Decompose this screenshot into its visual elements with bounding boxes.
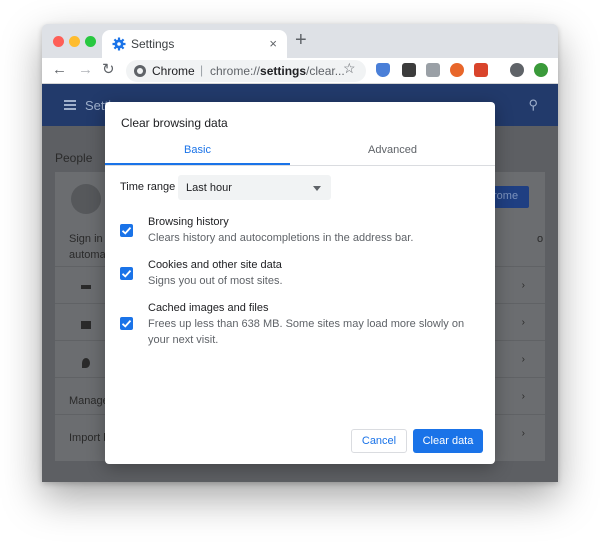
cached-images-title: Cached images and files — [148, 302, 269, 314]
close-window-button[interactable] — [53, 36, 64, 47]
maximize-window-button[interactable] — [85, 36, 96, 47]
people-section-title: People — [55, 151, 93, 165]
chevron-right-icon[interactable]: › — [522, 280, 525, 291]
address-url: chrome://settings/clear... — [210, 64, 345, 78]
dialog-title: Clear browsing data — [121, 116, 228, 130]
shield-extension-icon[interactable] — [376, 63, 390, 77]
forward-icon[interactable]: → — [78, 61, 93, 79]
browser-toolbar: ← → ↻ Chrome | chrome://settings/clear..… — [42, 58, 558, 84]
tab-basic[interactable]: Basic — [105, 141, 290, 165]
cookies-checkbox[interactable] — [120, 267, 133, 280]
m-extension-icon[interactable] — [402, 63, 416, 77]
back-icon[interactable]: ← — [52, 61, 67, 79]
tab-settings[interactable]: Settings × — [102, 30, 287, 58]
chevron-right-icon[interactable]: › — [522, 428, 525, 439]
profile-icon[interactable] — [510, 63, 524, 77]
clear-browsing-data-dialog: Clear browsing data Basic Advanced Time … — [105, 102, 495, 464]
settings-gear-icon — [112, 37, 126, 51]
minimize-window-button[interactable] — [69, 36, 80, 47]
checkmark-icon — [121, 269, 132, 278]
import-row-label[interactable]: Import b — [69, 432, 109, 444]
cached-images-description: Frees up less than 638 MB. Some sites ma… — [148, 318, 465, 346]
checkmark-icon — [121, 226, 132, 235]
sign-in-text-2: automa — [69, 249, 106, 261]
bracket-extension-icon[interactable] — [474, 63, 488, 77]
key-icon — [81, 285, 91, 289]
chevron-right-icon[interactable]: › — [522, 317, 525, 328]
address-bar[interactable]: Chrome | chrome://settings/clear... — [126, 60, 366, 82]
side-text: o — [537, 233, 544, 245]
browsing-history-title: Browsing history — [148, 216, 229, 228]
tab-advanced[interactable]: Advanced — [300, 141, 485, 165]
bookmark-star-icon[interactable]: ☆ — [343, 60, 356, 77]
menu-icon[interactable] — [64, 100, 76, 110]
sign-in-text: Sign in t — [69, 233, 109, 245]
time-range-label: Time range — [120, 181, 176, 193]
site-label: Chrome — [152, 64, 195, 78]
search-icon[interactable]: ⚲ — [528, 97, 538, 113]
url-bold: settings — [260, 64, 307, 78]
tab-divider — [105, 165, 495, 166]
avatar — [71, 184, 101, 214]
address-separator: | — [200, 63, 204, 77]
clear-data-button[interactable]: Clear data — [413, 429, 483, 453]
chevron-right-icon[interactable]: › — [522, 354, 525, 365]
chrome-icon — [134, 65, 146, 77]
manage-row-label[interactable]: Manage — [69, 395, 109, 407]
tab-title: Settings — [131, 37, 175, 51]
gear-extension-icon[interactable] — [450, 63, 464, 77]
ps-extension-icon[interactable] — [426, 63, 440, 77]
browsing-history-checkbox[interactable] — [120, 224, 133, 237]
checkmark-icon — [121, 319, 132, 328]
reload-icon[interactable]: ↻ — [102, 61, 115, 79]
cookies-title: Cookies and other site data — [148, 259, 282, 271]
url-prefix: chrome:// — [210, 64, 261, 78]
chevron-right-icon[interactable]: › — [522, 391, 525, 402]
location-pin-icon — [82, 358, 90, 368]
time-range-value: Last hour — [186, 182, 232, 194]
close-tab-icon[interactable]: × — [269, 36, 277, 51]
cookies-description: Signs you out of most sites. — [148, 275, 283, 287]
browsing-history-description: Clears history and autocompletions in th… — [148, 232, 414, 244]
time-range-select[interactable]: Last hour — [178, 175, 331, 200]
dropdown-arrow-icon — [313, 186, 321, 191]
update-icon[interactable] — [534, 63, 548, 77]
cached-images-checkbox[interactable] — [120, 317, 133, 330]
new-tab-button[interactable]: + — [295, 29, 307, 51]
url-suffix: /clear... — [306, 64, 345, 78]
tab-strip: Settings × + — [42, 24, 558, 58]
card-icon — [81, 321, 91, 329]
cancel-button[interactable]: Cancel — [351, 429, 407, 453]
